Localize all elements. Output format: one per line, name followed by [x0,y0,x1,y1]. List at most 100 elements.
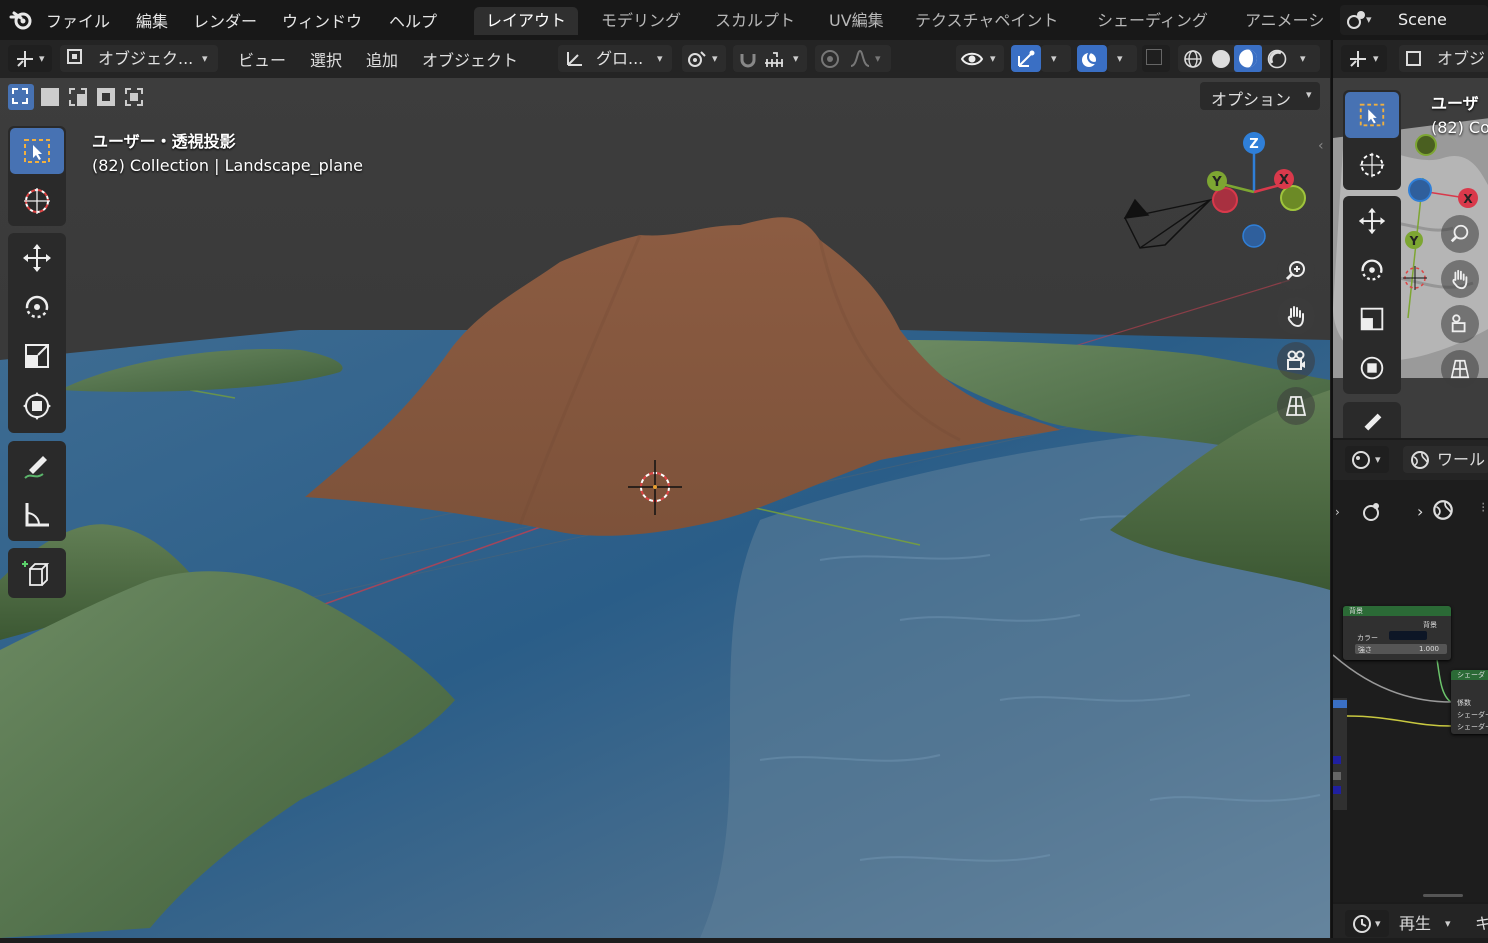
menu-select[interactable]: 選択 [310,47,342,71]
menu-file[interactable]: ファイル [46,8,110,32]
proportional-edit-controls[interactable]: ▾ [815,45,891,72]
menu-window[interactable]: ウィンドウ [282,8,362,32]
blender-logo-icon[interactable] [8,7,34,33]
menu-edit[interactable]: 編集 [136,8,168,32]
select-extend-icon[interactable] [37,84,63,110]
mix-shader-node[interactable]: シェーダ 係数 シェーダー シェーダー [1451,670,1488,734]
scrollbar[interactable] [1423,894,1463,897]
measure-tool[interactable] [10,492,64,538]
viewport-scene[interactable] [0,78,1330,938]
tab-texture-paint[interactable]: テクスチャペイント [903,7,1070,35]
editor-type-button[interactable]: ▾ [1345,910,1389,937]
tab-sculpt[interactable]: スカルプト [703,7,807,35]
overlays-toggle[interactable] [1077,45,1107,72]
annotate-icon[interactable] [1357,408,1387,438]
node-header: 背景 [1343,606,1451,616]
mode-dropdown[interactable]: オブジ [1399,45,1488,72]
proportional-edit-icon[interactable] [819,48,841,78]
scale-tool[interactable] [10,333,64,379]
snap-controls[interactable]: ▾ [733,45,807,72]
playback-menu[interactable]: 再生 ▾ [1399,910,1465,937]
tab-modeling[interactable]: モデリング [589,7,693,35]
solid-shading-icon[interactable] [1210,48,1232,78]
annotate-icon [24,456,47,479]
material-preview-icon[interactable] [1234,45,1262,72]
select-box-tool[interactable] [1345,92,1399,138]
gizmo-dropdown[interactable]: ▾ [1041,45,1071,72]
zoom-button[interactable] [1441,215,1479,253]
select-subtract-icon[interactable] [65,84,91,110]
menu-render[interactable]: レンダー [193,8,257,32]
pivot-point-dropdown[interactable]: ▾ [682,45,726,72]
tab-uv-editing[interactable]: UV編集 [817,7,896,35]
color-swatch[interactable] [1389,631,1427,640]
gizmo-toggle[interactable] [1011,45,1041,72]
pan-button[interactable] [1441,260,1479,298]
partial-node-left[interactable] [1333,698,1347,810]
rotate-tool[interactable] [10,284,64,330]
keying-menu[interactable]: キ [1475,910,1488,937]
options-dropdown[interactable]: オプション ▾ [1200,82,1320,110]
tab-layout[interactable]: レイアウト [474,7,579,35]
select-new-icon[interactable] [8,84,34,110]
editor-type-button[interactable]: ▾ [1341,45,1387,72]
xray-toggle[interactable] [1142,45,1170,72]
select-invert-icon[interactable] [93,84,119,110]
visibility-dropdown[interactable]: ▾ [956,45,1004,72]
editor-type-button[interactable]: ▾ [8,45,52,72]
background-node[interactable]: 背景 背景 カラー 強さ 1.000 [1343,606,1451,660]
pivot-icon [686,48,708,78]
annotate-tool[interactable] [10,443,64,489]
select-intersect-icon[interactable] [121,84,147,110]
camera-view-button[interactable] [1277,342,1315,380]
chevron-down-icon: ▾ [712,52,718,65]
wireframe-shading-icon[interactable] [1182,48,1204,78]
menu-object[interactable]: オブジェクト [422,47,518,71]
snap-increment-icon[interactable] [763,50,785,77]
perspective-toggle-button[interactable] [1441,350,1479,388]
transform-tool[interactable] [1345,345,1399,391]
pan-button[interactable] [1277,297,1315,335]
scene-selector[interactable]: ▾ Scene [1340,5,1488,35]
cursor-icon [1359,152,1385,178]
tab-shading[interactable]: シェーディング [1085,7,1220,35]
hand-icon [1287,306,1304,328]
shading-mode-buttons[interactable]: ▾ [1178,45,1320,72]
rendered-shading-icon[interactable] [1266,48,1288,78]
strength-value: 1.000 [1418,645,1439,653]
falloff-curve-icon[interactable] [849,48,871,78]
secondary-3d-viewport[interactable]: ▾ オブジ X Y ユーザ (82) Co [1333,40,1488,438]
orientation-icon [564,47,586,77]
mode-dropdown[interactable]: オブジェク... ▾ [60,45,218,72]
transform-orientation-dropdown[interactable]: グロ... ▾ [558,45,672,72]
menu-view[interactable]: ビュー [238,47,286,71]
cursor-tool[interactable] [1345,142,1399,188]
select-box-tool[interactable] [10,128,64,174]
magnet-icon[interactable] [737,48,759,78]
tab-animation[interactable]: アニメーシ [1233,7,1345,35]
menu-add[interactable]: 追加 [366,47,398,71]
view-name-label: ユーザ [1431,94,1479,113]
transform-tool[interactable] [10,383,64,429]
move-tool[interactable] [1345,198,1399,244]
perspective-toggle-button[interactable] [1277,387,1315,425]
options-label: オプション [1211,90,1292,109]
navigation-gizmo[interactable]: Z X Y [1200,128,1320,258]
cursor-tool[interactable] [10,178,64,224]
add-cube-tool[interactable] [10,550,64,596]
shader-editor[interactable]: ▾ ワール › › ⁝ 背景 背景 カラー 強さ 1.000 シェーダ 係数 シ… [1333,440,1488,902]
menu-help[interactable]: ヘルプ [389,8,437,32]
rotate-tool[interactable] [1345,247,1399,293]
3d-viewport[interactable]: ユーザー・透視投影 (82) Collection | Landscape_pl… [0,78,1330,938]
strength-field[interactable]: 強さ 1.000 [1355,644,1447,654]
overlays-dropdown[interactable]: ▾ [1107,45,1137,72]
gizmo-y-label: Y [1211,175,1222,190]
scale-tool[interactable] [1345,296,1399,342]
gizmo-y-label: Y [1409,234,1419,248]
editor-type-icon [1347,48,1369,78]
cursor-icon [24,188,50,214]
chevron-down-icon: ▾ [793,52,799,65]
zoom-button[interactable] [1277,252,1315,290]
move-tool[interactable] [10,235,64,281]
camera-view-button[interactable] [1441,305,1479,343]
